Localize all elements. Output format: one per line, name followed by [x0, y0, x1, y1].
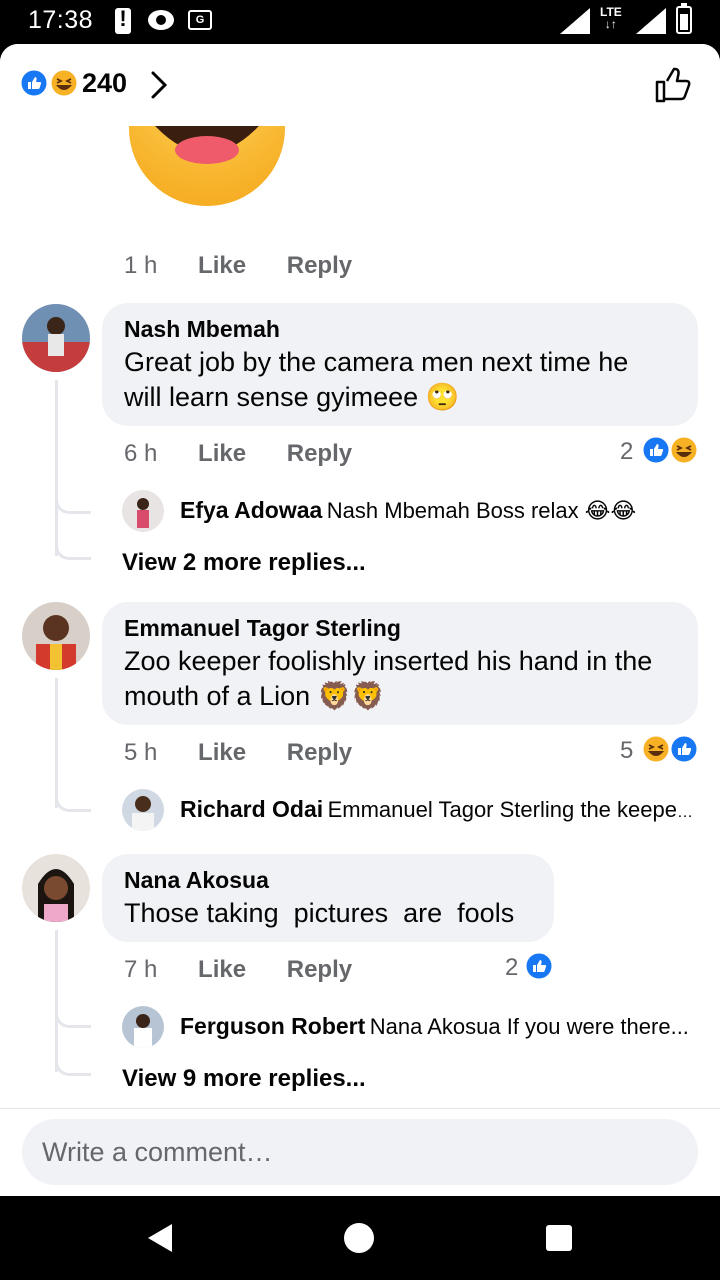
status-time: 17:38	[28, 6, 94, 34]
reaction-summary[interactable]: 5	[620, 737, 633, 765]
comment-input[interactable]: Write a comment…	[22, 1119, 698, 1185]
sticker-meta: 1 h Like Reply	[124, 252, 352, 280]
comment-time: 5 h	[124, 739, 158, 766]
reaction-icons	[641, 435, 699, 465]
commenter-name[interactable]: Emmanuel Tagor Sterling	[124, 614, 676, 642]
avatar	[122, 490, 164, 532]
reply-button[interactable]: Reply	[287, 252, 352, 279]
comment-text: Great job by the camera men next time he…	[124, 345, 676, 415]
data-saver-icon	[148, 10, 174, 30]
thread-line	[55, 678, 58, 808]
comment-text-line: Those taking pictures are fools	[124, 898, 515, 928]
avatar[interactable]	[22, 304, 90, 372]
avatar[interactable]	[22, 854, 90, 922]
reactions-count: 240	[82, 68, 128, 98]
like-button[interactable]: Like	[198, 956, 246, 983]
reply-button[interactable]: Reply	[287, 440, 352, 467]
comment-text: Those taking pictures are fools	[124, 896, 532, 931]
comment-text-line: mouth of a Lion 🦁🦁	[124, 681, 385, 711]
comment-composer: Write a comment…	[0, 1108, 720, 1196]
network-type: LTE ↓↑	[600, 5, 622, 31]
reply-content: Ferguson Robert Nana Akosua If you were …	[180, 1013, 696, 1040]
comment-text-line: will learn sense gyimeee 🙄	[124, 382, 460, 412]
reply-text: Emmanuel Tagor Sterling the keeper...	[327, 797, 696, 822]
view-more-replies-button[interactable]: View 9 more replies...	[122, 1065, 366, 1093]
battery-icon	[676, 3, 692, 34]
reaction-summary[interactable]: 2	[505, 954, 518, 982]
reaction-count: 2	[620, 438, 634, 465]
reply-preview[interactable]: Ferguson Robert Nana Akosua If you were …	[122, 1006, 696, 1050]
commenter-name[interactable]: Nash Mbemah	[124, 315, 676, 343]
reply-author: Efya Adowaa	[180, 497, 323, 523]
reply-branch	[55, 1056, 91, 1076]
comment-meta: 5 h Like Reply	[124, 739, 352, 767]
avatar[interactable]	[22, 602, 90, 670]
reply-branch	[55, 1008, 91, 1028]
reply-content: Efya Adowaa Nash Mbemah Boss relax 😂😂	[180, 497, 696, 524]
like-button[interactable]: Like	[198, 252, 246, 279]
comment-text: Zoo keeper foolishly inserted his hand i…	[124, 644, 676, 714]
reply-branch	[55, 792, 91, 812]
comment-bubble: Emmanuel Tagor Sterling Zoo keeper fooli…	[102, 602, 698, 725]
reply-content: Richard Odai Emmanuel Tagor Sterling the…	[180, 796, 696, 823]
reaction-summary[interactable]: 2	[620, 438, 633, 466]
like-button[interactable]: Like	[198, 739, 246, 766]
status-bar: 17:38 G LTE↓↑	[0, 0, 720, 44]
like-post-icon[interactable]	[654, 66, 692, 104]
back-icon[interactable]	[146, 1222, 174, 1254]
reply-button[interactable]: Reply	[287, 739, 352, 766]
thread-line	[55, 380, 58, 556]
comment-time: 1 h	[124, 252, 158, 279]
comment-meta: 6 h Like Reply	[124, 440, 352, 468]
chevron-right-icon	[151, 71, 168, 99]
reply-branch	[55, 540, 91, 560]
comment-bubble: Nana Akosua Those taking pictures are fo…	[102, 854, 554, 942]
reply-text: Nana Akosua If you were there...	[369, 1014, 689, 1039]
comment-time: 6 h	[124, 440, 158, 467]
commenter-name[interactable]: Nana Akosua	[124, 866, 532, 894]
reply-preview[interactable]: Efya Adowaa Nash Mbemah Boss relax 😂😂	[122, 490, 696, 534]
comment-time: 7 h	[124, 956, 158, 983]
alert-icon	[115, 6, 131, 34]
reaction-count: 5	[620, 737, 634, 764]
comments-sheet: 240 1 h Like Reply Nash Mbemah Great job…	[0, 44, 720, 1196]
view-more-replies-button[interactable]: View 2 more replies...	[122, 549, 366, 577]
like-button[interactable]: Like	[198, 440, 246, 467]
comment-bubble: Nash Mbemah Great job by the camera men …	[102, 303, 698, 426]
reply-branch	[55, 494, 91, 514]
avatar	[122, 1006, 164, 1048]
reactions-header[interactable]: 240	[0, 44, 720, 126]
reaction-count: 2	[505, 954, 519, 981]
like-reaction-icon	[524, 951, 554, 981]
reply-author: Richard Odai	[180, 796, 324, 822]
reply-preview[interactable]: Richard Odai Emmanuel Tagor Sterling the…	[122, 789, 696, 833]
home-icon[interactable]	[343, 1222, 375, 1254]
thread-line	[55, 930, 58, 1072]
reply-author: Ferguson Robert	[180, 1013, 366, 1039]
signal-icon-2	[636, 8, 666, 34]
reply-button[interactable]: Reply	[287, 956, 352, 983]
reaction-icons	[20, 68, 78, 98]
recents-icon[interactable]	[545, 1224, 573, 1252]
comment-meta: 7 h Like Reply	[124, 956, 352, 984]
notification-icon: G	[188, 10, 212, 30]
comment-text-line: Great job by the camera men next time he	[124, 347, 629, 377]
reaction-icons	[641, 734, 699, 764]
reply-text: Nash Mbemah Boss relax 😂😂	[326, 498, 637, 523]
signal-icon	[560, 8, 590, 34]
comment-text-line: Zoo keeper foolishly inserted his hand i…	[124, 646, 653, 676]
avatar	[122, 789, 164, 831]
navigation-bar	[0, 1196, 720, 1280]
